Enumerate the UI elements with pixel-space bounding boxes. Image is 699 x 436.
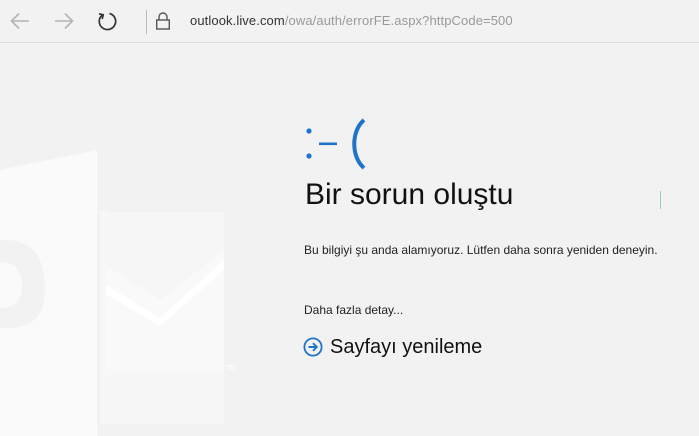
svg-text:TM: TM [225, 365, 235, 372]
browser-toolbar: outlook.live.com/owa/auth/errorFE.aspx?h… [0, 0, 699, 43]
outlook-logo-icon: TM [0, 150, 235, 436]
url-host: outlook.live.com [190, 13, 285, 28]
forward-button[interactable] [51, 8, 77, 34]
forward-arrow-icon [55, 12, 74, 30]
more-details-link[interactable]: Daha fazla detay... [304, 303, 403, 317]
circle-arrow-right-icon [303, 337, 323, 357]
address-bar[interactable]: outlook.live.com/owa/auth/errorFE.aspx?h… [190, 13, 513, 28]
lock-icon[interactable] [154, 11, 172, 31]
refresh-page-link[interactable]: Sayfayı yenileme [303, 334, 482, 360]
refresh-button[interactable] [94, 8, 120, 34]
refresh-icon [98, 12, 117, 31]
back-arrow-icon [10, 12, 29, 30]
sad-face-emoticon [306, 118, 366, 170]
error-title: Bir sorun oluştu [305, 178, 514, 211]
toolbar-separator [146, 10, 147, 34]
back-button[interactable] [7, 8, 33, 34]
url-path: /owa/auth/errorFE.aspx?httpCode=500 [284, 13, 513, 28]
text-cursor [660, 191, 661, 209]
error-message: Bu bilgiyi şu anda alamıyoruz. Lütfen da… [304, 243, 658, 257]
refresh-page-label: Sayfayı yenileme [330, 335, 483, 358]
